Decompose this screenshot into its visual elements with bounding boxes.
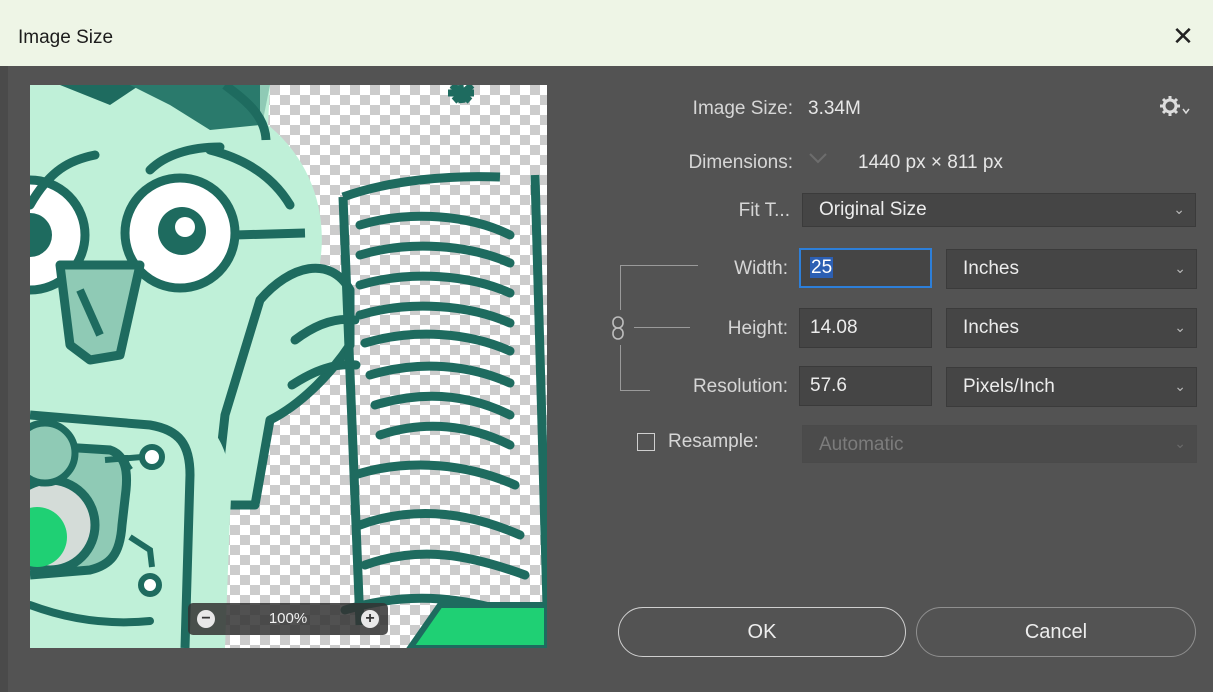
fit-to-value: Original Size bbox=[819, 199, 927, 220]
zoom-in-icon[interactable]: + bbox=[361, 610, 379, 628]
constraint-bracket-bottom bbox=[620, 390, 650, 391]
chevron-down-icon: ⌄ bbox=[1174, 435, 1186, 451]
chevron-down-icon: ⌄ bbox=[1174, 378, 1186, 394]
chevron-down-icon: ⌄ bbox=[1174, 260, 1186, 276]
constraint-bracket-upper bbox=[620, 265, 621, 310]
fit-to-label: Fit T... bbox=[738, 200, 790, 221]
image-size-label: Image Size: bbox=[692, 98, 793, 119]
image-size-value: 3.34M bbox=[808, 98, 861, 119]
dimensions-label: Dimensions: bbox=[688, 152, 793, 173]
dimensions-value: 1440 px × 811 px bbox=[858, 152, 1003, 173]
window-title: Image Size bbox=[18, 27, 114, 48]
dimensions-dropdown-icon[interactable] bbox=[806, 146, 830, 170]
height-label: Height: bbox=[727, 318, 788, 339]
height-input[interactable]: 14.08 bbox=[799, 308, 932, 348]
chevron-down-icon: ⌄ bbox=[1174, 319, 1186, 335]
gear-icon[interactable] bbox=[1160, 95, 1190, 117]
zoom-control: − 100% + bbox=[188, 603, 388, 635]
constraint-bracket-mid bbox=[634, 327, 690, 328]
width-unit: Inches bbox=[963, 258, 1019, 279]
image-preview[interactable] bbox=[30, 85, 547, 648]
chevron-down-icon: ⌄ bbox=[1173, 201, 1185, 217]
height-unit: Inches bbox=[963, 317, 1019, 338]
width-label: Width: bbox=[734, 258, 788, 279]
resample-value: Automatic bbox=[819, 434, 904, 455]
chain-link-icon[interactable] bbox=[610, 315, 626, 341]
height-unit-select[interactable]: Inches ⌄ bbox=[946, 308, 1197, 348]
width-unit-select[interactable]: Inches ⌄ bbox=[946, 249, 1197, 289]
resample-label: Resample: bbox=[668, 431, 759, 452]
window-edge bbox=[0, 66, 8, 692]
resample-select: Automatic ⌄ bbox=[802, 425, 1197, 463]
width-value: 25 bbox=[810, 257, 834, 278]
width-input[interactable]: 25 bbox=[799, 248, 932, 288]
resolution-value: 57.6 bbox=[810, 375, 847, 396]
resolution-unit: Pixels/Inch bbox=[963, 376, 1055, 397]
ok-button[interactable]: OK bbox=[618, 607, 906, 657]
resolution-input[interactable]: 57.6 bbox=[799, 366, 932, 406]
resolution-unit-select[interactable]: Pixels/Inch ⌄ bbox=[946, 367, 1197, 407]
fit-to-select[interactable]: Original Size ⌄ bbox=[802, 193, 1196, 227]
resample-checkbox[interactable] bbox=[637, 433, 655, 451]
resolution-label: Resolution: bbox=[692, 376, 788, 397]
constraint-bracket-top bbox=[620, 265, 698, 266]
cancel-button[interactable]: Cancel bbox=[916, 607, 1196, 657]
title-bar: Image Size ✕ bbox=[0, 0, 1213, 66]
preview-artwork bbox=[30, 85, 547, 648]
close-icon[interactable]: ✕ bbox=[1167, 20, 1199, 52]
zoom-level: 100% bbox=[268, 610, 308, 627]
constraint-bracket-lower bbox=[620, 345, 621, 390]
height-value: 14.08 bbox=[810, 317, 858, 338]
